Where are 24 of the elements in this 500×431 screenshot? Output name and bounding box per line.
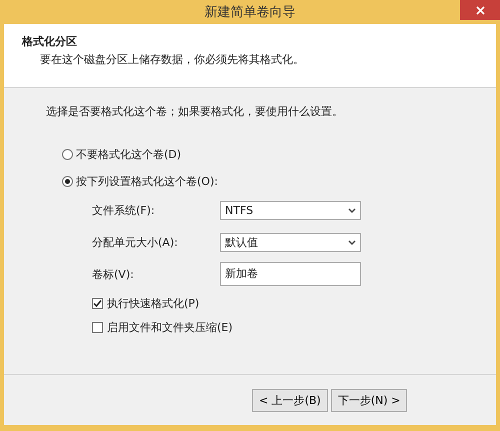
page-title: 格式化分区 <box>22 34 78 49</box>
radio-button[interactable] <box>62 176 73 186</box>
checkbox-label[interactable]: 执行快速格式化(P) <box>107 296 200 310</box>
dropdown[interactable]: 默认值 <box>220 232 361 252</box>
back-button[interactable]: < 上一步(B) <box>252 388 328 412</box>
radio-button[interactable] <box>62 148 73 160</box>
field-label: 文件系统(F): <box>92 202 156 218</box>
chevron-icon <box>348 208 356 212</box>
checkbox[interactable] <box>92 298 103 308</box>
page-subtitle: 要在这个磁盘分区上储存数据，你必须先将其格式化。 <box>39 52 305 67</box>
close-icon <box>476 6 484 14</box>
input-field[interactable]: 新加卷 <box>220 262 361 286</box>
field-label: 分配单元大小(A): <box>92 234 179 250</box>
radio-label[interactable]: 不要格式化这个卷(D) <box>76 146 182 162</box>
checkbox[interactable] <box>92 322 103 332</box>
next-button[interactable]: 下一步(N) > <box>330 388 408 412</box>
instruction-text: 选择是否要格式化这个卷；如果要格式化，要使用什么设置。 <box>46 104 344 119</box>
checkbox-label[interactable]: 启用文件和文件夹压缩(E) <box>107 320 233 334</box>
chevron-icon <box>348 240 356 244</box>
close-button[interactable] <box>460 0 500 20</box>
window-title: 新建简单卷向导 <box>204 4 296 21</box>
dropdown[interactable]: NTFS <box>220 200 361 220</box>
field-label: 卷标(V): <box>92 266 135 282</box>
radio-label[interactable]: 按下列设置格式化这个卷(O): <box>76 174 218 188</box>
